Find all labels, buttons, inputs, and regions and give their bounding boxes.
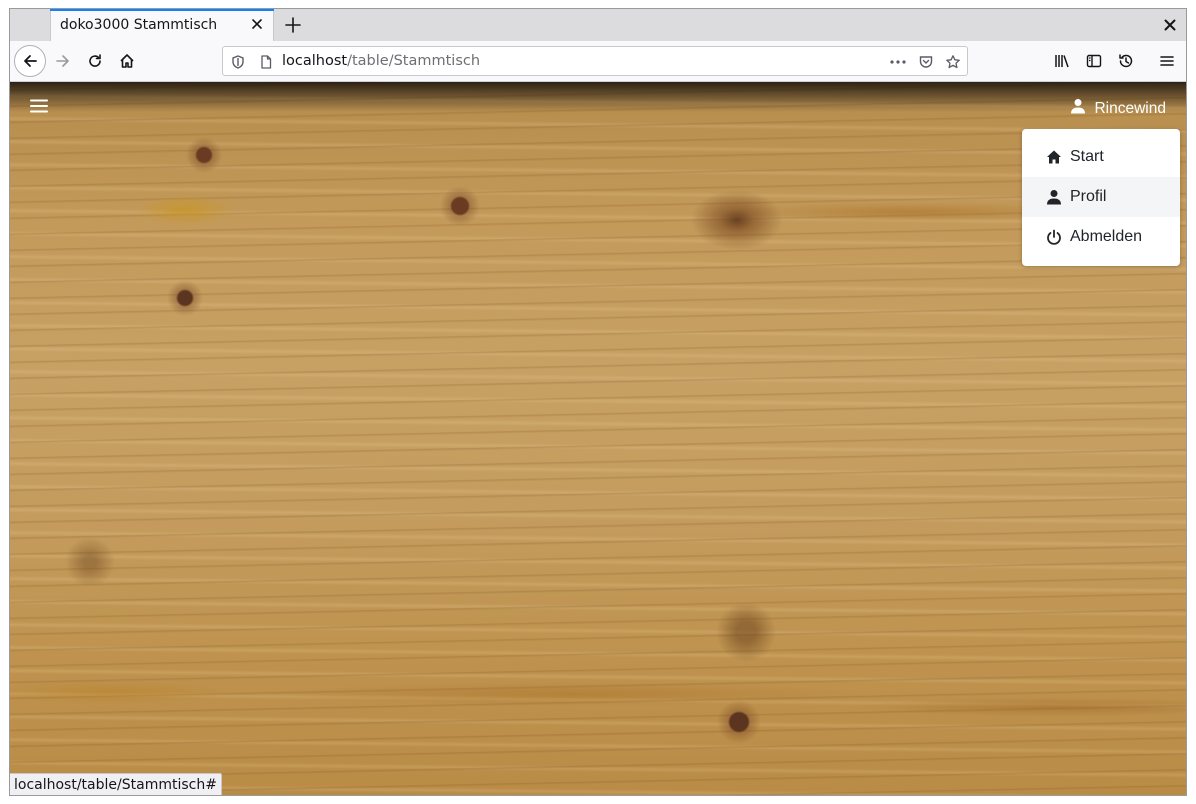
library-button[interactable] <box>1046 45 1078 77</box>
reload-icon <box>89 54 101 67</box>
sidebar-button[interactable] <box>1078 45 1110 77</box>
navbar-shade <box>10 82 1186 112</box>
user-menu-toggle[interactable]: Rincewind <box>1070 98 1166 119</box>
browser-window: doko3000 Stammtisch localhost/table/Stam… <box>9 8 1187 796</box>
browser-tab[interactable]: doko3000 Stammtisch <box>50 9 274 42</box>
back-button[interactable] <box>14 45 46 77</box>
hamburger-menu-icon[interactable] <box>30 97 48 115</box>
home-icon <box>120 54 134 68</box>
url-path: /table/Stammtisch <box>347 53 481 69</box>
navigation-toolbar: localhost/table/Stammtisch <box>10 41 1186 82</box>
reload-button[interactable] <box>79 45 111 77</box>
menu-item-label: Profil <box>1070 188 1107 205</box>
pocket-icon[interactable] <box>918 54 934 70</box>
url-host: localhost <box>282 53 348 69</box>
tab-strip: doko3000 Stammtisch <box>10 9 1186 42</box>
page-icon[interactable] <box>258 54 274 70</box>
home-button[interactable] <box>111 45 143 77</box>
home-icon <box>1046 149 1062 165</box>
tab-strip-spacer <box>10 9 50 41</box>
star-icon[interactable] <box>945 54 961 70</box>
app-menu-button[interactable] <box>1151 45 1183 77</box>
url-text[interactable]: localhost/table/Stammtisch <box>282 53 480 69</box>
forward-arrow-icon <box>56 55 69 67</box>
url-bar[interactable]: localhost/table/Stammtisch <box>222 46 968 76</box>
menu-item-profil[interactable]: Profil <box>1022 177 1180 217</box>
menu-item-start[interactable]: Start <box>1022 137 1180 177</box>
history-icon <box>1119 54 1133 68</box>
close-icon[interactable] <box>249 16 265 32</box>
user-icon <box>1046 189 1062 205</box>
window-close-icon[interactable] <box>1162 17 1178 33</box>
history-button[interactable] <box>1110 45 1142 77</box>
forward-button[interactable] <box>47 45 79 77</box>
more-icon[interactable] <box>889 54 906 70</box>
user-name: Rincewind <box>1094 99 1166 117</box>
back-arrow-icon <box>24 55 37 67</box>
menu-item-label: Abmelden <box>1070 228 1143 245</box>
new-tab-button[interactable] <box>282 14 304 36</box>
sidebar-icon <box>1086 54 1102 68</box>
menu-item-label: Start <box>1070 148 1104 165</box>
library-icon <box>1055 55 1069 68</box>
status-bar-url: localhost/table/Stammtisch# <box>10 773 222 795</box>
menu-item-abmelden[interactable]: Abmelden <box>1022 217 1180 257</box>
user-icon <box>1070 98 1086 119</box>
page-content: Rincewind Start Profil Abmelden localhos… <box>10 82 1186 795</box>
power-icon <box>1046 229 1062 245</box>
tab-title: doko3000 Stammtisch <box>60 17 218 33</box>
shield-icon[interactable] <box>230 54 246 70</box>
menu-icon <box>1160 56 1174 66</box>
user-dropdown-menu: Start Profil Abmelden <box>1022 129 1180 266</box>
